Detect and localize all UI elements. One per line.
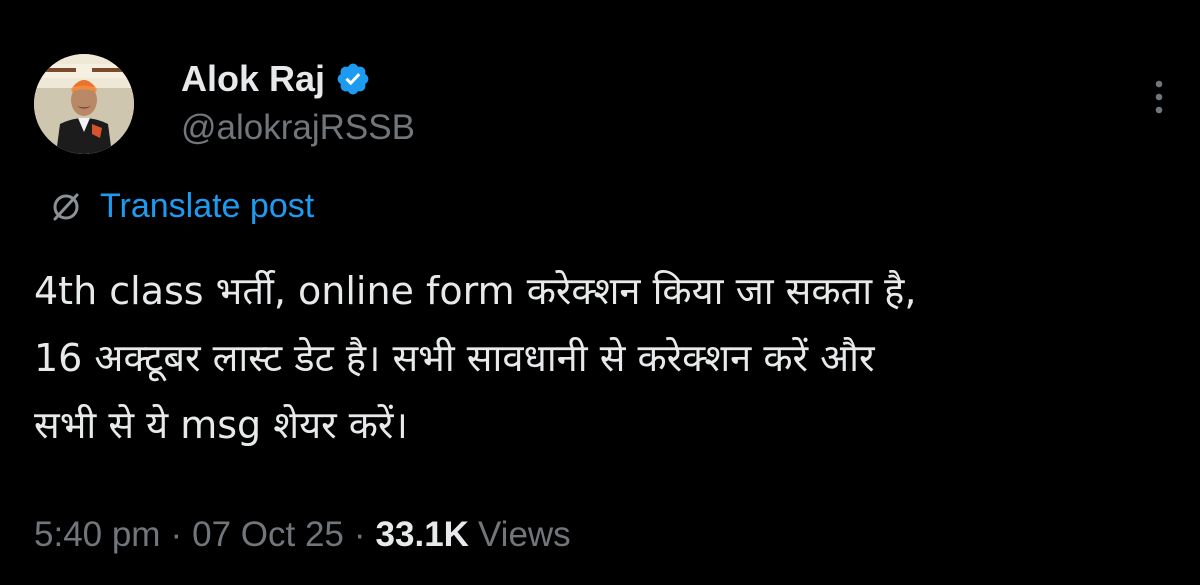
author-display-name[interactable]: Alok Raj xyxy=(181,58,325,100)
post-text-line: सभी से ये msg शेयर करें। xyxy=(34,403,408,447)
verified-badge-icon[interactable] xyxy=(335,61,371,97)
more-vertical-icon xyxy=(1155,80,1163,114)
post-date[interactable]: 07 Oct 25 xyxy=(192,515,344,555)
translate-post-button[interactable]: Translate post xyxy=(48,184,314,228)
post-text-line: 16 अक्टूबर लास्ट डेट है। सभी सावधानी से … xyxy=(34,336,875,380)
post-detail: Alok Raj @alokrajRSSB Translate post 4th… xyxy=(0,0,1200,585)
translate-post-label: Translate post xyxy=(100,186,315,225)
avatar[interactable] xyxy=(34,54,134,154)
post-time[interactable]: 5:40 pm xyxy=(34,515,160,555)
post-meta: 5:40 pm · 07 Oct 25 · 33.1K Views xyxy=(34,510,571,560)
author-name-row: Alok Raj xyxy=(181,54,371,104)
views-count[interactable]: 33.1K xyxy=(376,515,469,555)
post-text-line: 4th class भर्ती, online form करेक्शन किय… xyxy=(34,269,917,313)
post-text: 4th class भर्ती, online form करेक्शन किय… xyxy=(34,258,1184,459)
author-handle[interactable]: @alokrajRSSB xyxy=(181,108,415,148)
translate-icon xyxy=(48,188,84,224)
meta-separator: · xyxy=(353,515,366,554)
views-label: Views xyxy=(477,515,571,554)
more-options-button[interactable] xyxy=(1144,76,1174,118)
meta-separator: · xyxy=(170,515,183,554)
